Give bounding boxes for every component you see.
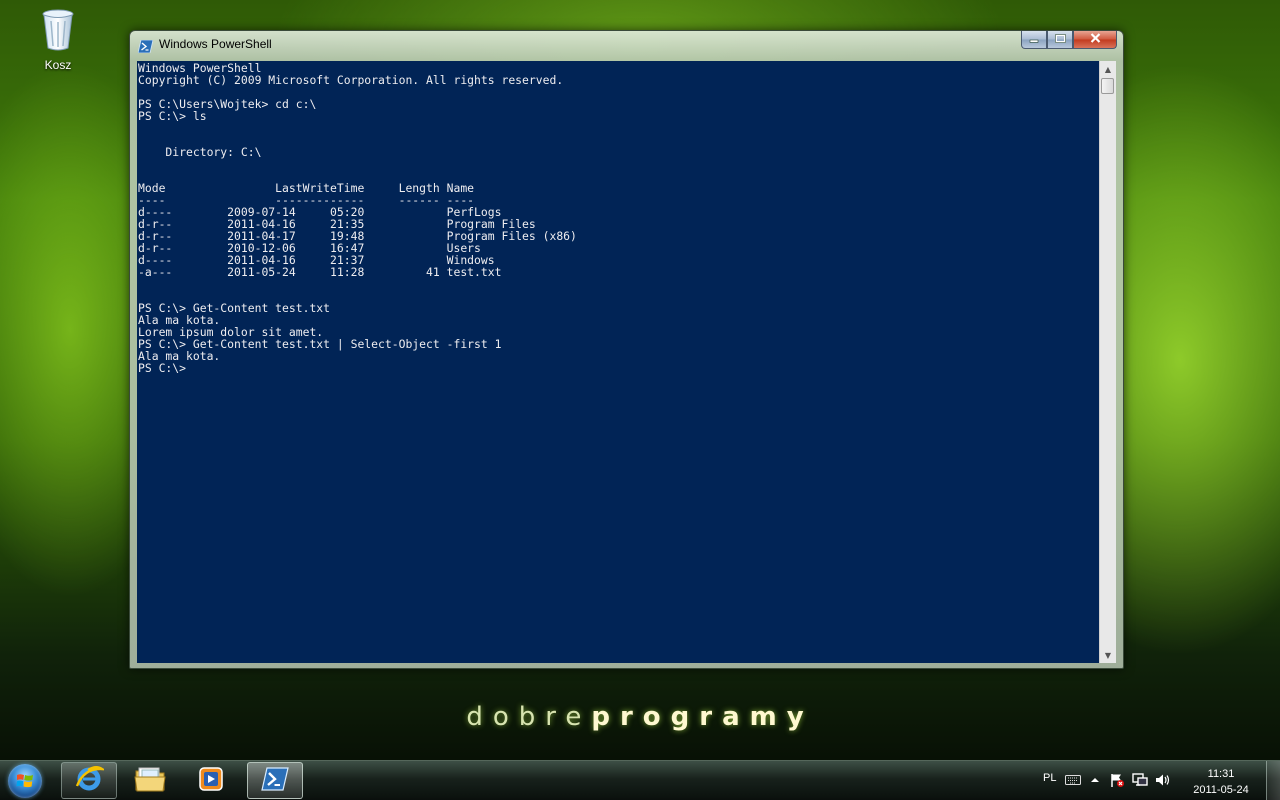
arrow-up-icon: ▲ bbox=[1104, 64, 1112, 74]
show-hidden-icons-arrow[interactable] bbox=[1087, 772, 1103, 788]
clock-time: 11:31 bbox=[1207, 768, 1235, 780]
console-text: Windows PowerShell Copyright (C) 2009 Mi… bbox=[137, 61, 1099, 374]
folder-icon bbox=[134, 765, 166, 797]
scroll-up-button[interactable]: ▲ bbox=[1100, 61, 1116, 77]
window-title: Windows PowerShell bbox=[159, 37, 272, 51]
title-bar[interactable]: Windows PowerShell bbox=[130, 31, 1123, 59]
taskbar: PL 11:31 2011-05-24 bbox=[0, 760, 1280, 800]
vertical-scrollbar[interactable]: ▲ ▼ bbox=[1099, 61, 1116, 663]
console-line: PS C:\> bbox=[138, 361, 187, 375]
maximize-icon bbox=[1054, 33, 1066, 46]
taskbar-powershell[interactable] bbox=[247, 762, 303, 799]
internet-explorer-icon bbox=[74, 764, 107, 798]
powershell-window[interactable]: Windows PowerShell Windows PowerShell Co… bbox=[129, 30, 1124, 669]
recycle-bin-label: Kosz bbox=[44, 58, 72, 72]
action-center-flag-icon[interactable] bbox=[1109, 772, 1125, 788]
taskbar-windows-explorer[interactable] bbox=[122, 762, 178, 799]
system-tray: PL 11:31 2011-05-24 bbox=[1035, 761, 1280, 800]
desktop-icon-recycle-bin[interactable]: Kosz bbox=[30, 8, 86, 72]
show-desktop-button[interactable] bbox=[1266, 761, 1280, 800]
windows-start-icon bbox=[8, 764, 42, 798]
scroll-down-button[interactable]: ▼ bbox=[1100, 647, 1116, 663]
console-line: PS C:\> ls bbox=[138, 109, 207, 123]
window-controls bbox=[1021, 31, 1117, 50]
watermark-logo: dobreprogramy bbox=[0, 702, 1280, 732]
keyboard-icon[interactable] bbox=[1065, 772, 1081, 788]
console-output[interactable]: Windows PowerShell Copyright (C) 2009 Mi… bbox=[137, 61, 1099, 663]
taskbar-clock[interactable]: 11:31 2011-05-24 bbox=[1183, 766, 1259, 798]
powershell-icon bbox=[261, 766, 289, 795]
minimize-button[interactable] bbox=[1021, 31, 1047, 49]
network-icon[interactable] bbox=[1132, 772, 1148, 788]
language-indicator[interactable]: PL bbox=[1043, 772, 1056, 784]
taskbar-media-player[interactable] bbox=[183, 762, 239, 799]
scroll-thumb[interactable] bbox=[1101, 78, 1114, 94]
media-player-icon bbox=[197, 765, 225, 797]
close-icon bbox=[1090, 33, 1101, 46]
console-line: Copyright (C) 2009 Microsoft Corporation… bbox=[138, 73, 564, 87]
maximize-button[interactable] bbox=[1047, 31, 1073, 49]
recycle-bin-icon bbox=[41, 8, 75, 52]
close-button[interactable] bbox=[1073, 31, 1117, 49]
start-button[interactable] bbox=[4, 762, 46, 800]
taskbar-internet-explorer[interactable] bbox=[61, 762, 117, 799]
logo-text-dobre: dobre bbox=[466, 702, 592, 732]
arrow-down-icon: ▼ bbox=[1104, 650, 1112, 660]
console-line: Directory: C:\ bbox=[165, 145, 262, 159]
console-line: -a--- 2011-05-24 11:28 41 test.txt bbox=[138, 265, 502, 279]
logo-text-programy: programy bbox=[591, 702, 814, 732]
clock-date: 2011-05-24 bbox=[1193, 784, 1249, 796]
volume-icon[interactable] bbox=[1155, 772, 1171, 788]
powershell-icon bbox=[137, 38, 154, 54]
minimize-icon bbox=[1029, 33, 1039, 46]
